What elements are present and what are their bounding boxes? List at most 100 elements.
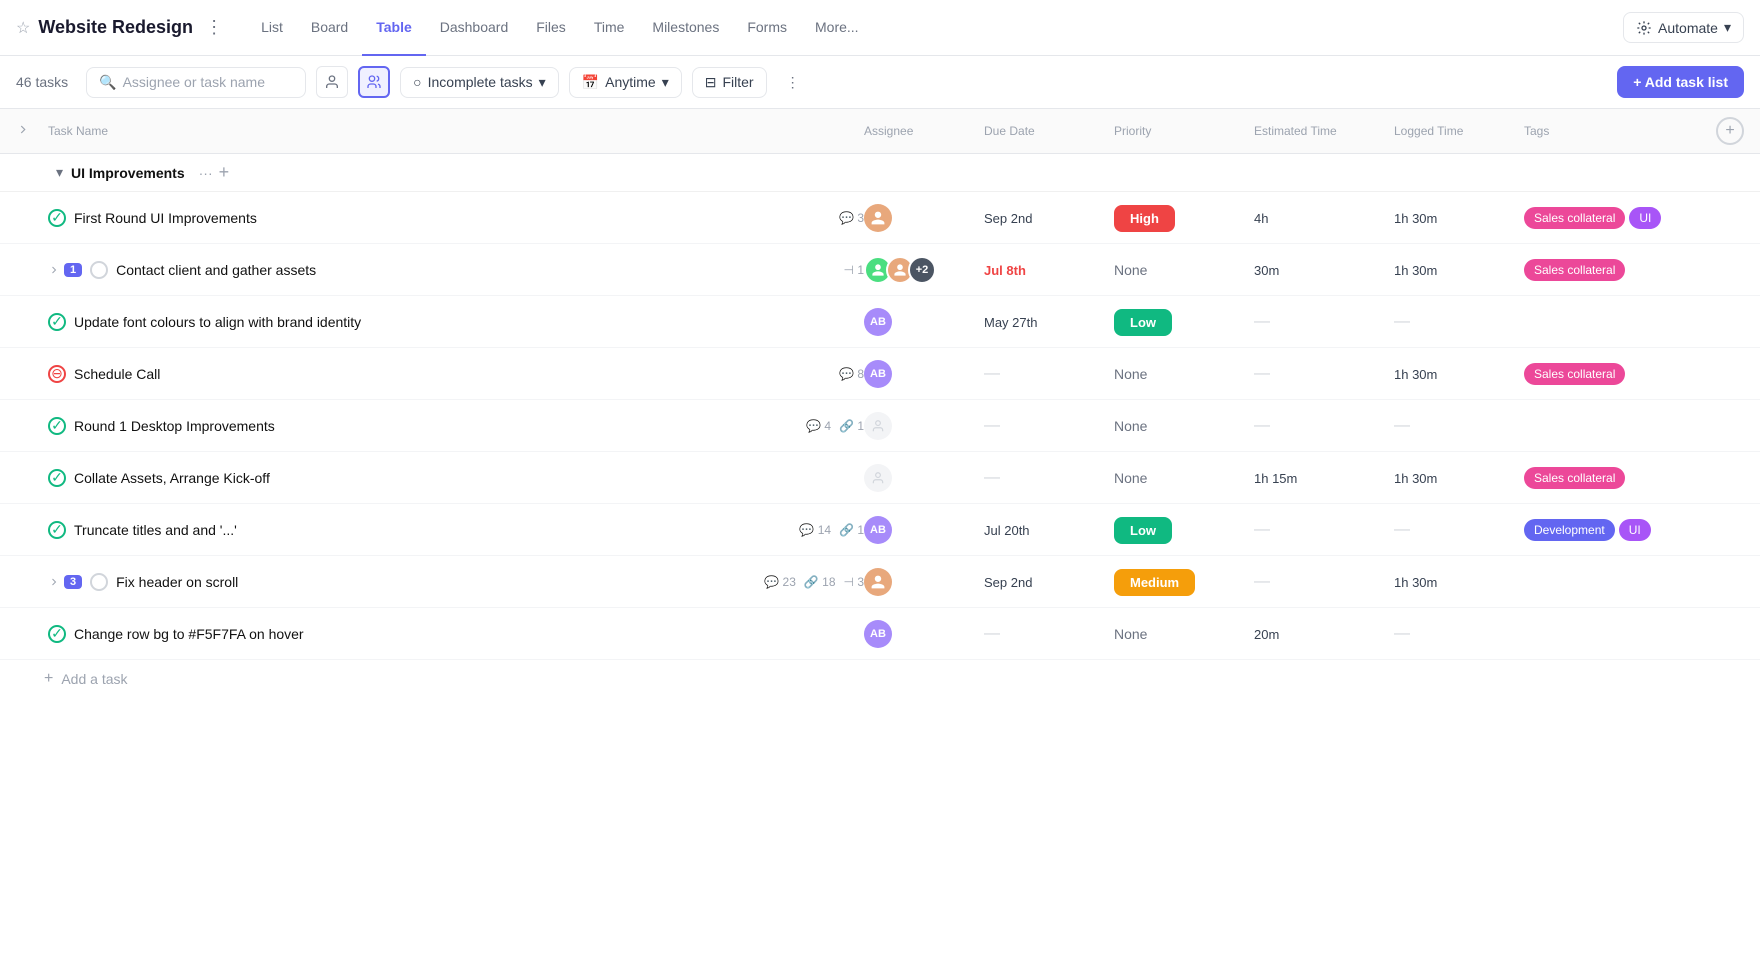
tags: Sales collateral: [1524, 467, 1704, 489]
tag-sales-collateral: Sales collateral: [1524, 467, 1625, 489]
task-row[interactable]: ✓ Update font colours to align with bran…: [0, 296, 1760, 348]
tab-time[interactable]: Time: [580, 0, 639, 56]
logged-time-dash: —: [1394, 417, 1410, 434]
logged-time-value: 1h 30m: [1394, 471, 1437, 486]
task-row[interactable]: ✓ Round 1 Desktop Improvements 💬 4 🔗 1 —…: [0, 400, 1760, 452]
group-menu-icon[interactable]: ···: [199, 165, 213, 181]
task-name: Round 1 Desktop Improvements: [74, 418, 798, 434]
due-date-cell: —: [984, 365, 1114, 383]
task-name-cell: ⊖ Schedule Call 💬 8: [48, 365, 864, 383]
logged-time-cell: 1h 30m: [1394, 470, 1524, 486]
star-icon[interactable]: ☆: [16, 18, 30, 38]
estimated-time-dash: —: [1254, 313, 1270, 330]
comment-icon: 💬 14: [799, 523, 831, 537]
automate-button[interactable]: Automate ▾: [1623, 12, 1744, 43]
task-check[interactable]: ✓: [48, 417, 66, 435]
task-row[interactable]: 3 Fix header on scroll 💬 23 🔗 18 ⊣ 3 Sep…: [0, 556, 1760, 608]
estimated-time-cell: —: [1254, 573, 1394, 591]
tab-forms[interactable]: Forms: [733, 0, 801, 56]
filter-button[interactable]: ⊟ Filter: [692, 67, 767, 98]
assignee-cell: AB: [864, 360, 984, 388]
estimated-time-cell: 20m: [1254, 626, 1394, 642]
col-header-tags: Tags: [1524, 124, 1704, 138]
calendar-icon: 📅: [582, 74, 599, 91]
task-row[interactable]: ⊖ Schedule Call 💬 8 AB — None — 1h 30m S…: [0, 348, 1760, 400]
add-task-row[interactable]: + Add a task: [0, 660, 1760, 698]
task-check[interactable]: ✓: [48, 469, 66, 487]
task-check[interactable]: ✓: [48, 209, 66, 227]
task-check[interactable]: ⊖: [48, 365, 66, 383]
assignee-cell: AB: [864, 516, 984, 544]
due-date-value: Sep 2nd: [984, 211, 1032, 226]
assignee-filter-button[interactable]: [316, 66, 348, 98]
tag-development: Development: [1524, 519, 1615, 541]
tab-files[interactable]: Files: [522, 0, 580, 56]
task-row[interactable]: ✓ Truncate titles and and '...' 💬 14 🔗 1…: [0, 504, 1760, 556]
logged-time-cell: 1h 30m: [1394, 262, 1524, 278]
assignee-cell: +2: [864, 256, 984, 284]
task-check[interactable]: ✓: [48, 313, 66, 331]
avatar: [864, 568, 892, 596]
estimated-time-dash: —: [1254, 521, 1270, 538]
group-actions: ··· +: [199, 162, 230, 183]
estimated-time-cell: 4h: [1254, 210, 1394, 226]
tags: Sales collateral: [1524, 259, 1704, 281]
toolbar-more-button[interactable]: ⋮: [777, 66, 809, 98]
task-row[interactable]: ✓ First Round UI Improvements 💬 3 Sep 2n…: [0, 192, 1760, 244]
task-row[interactable]: 1 Contact client and gather assets ⊣ 1 +…: [0, 244, 1760, 296]
group-filter-button[interactable]: [358, 66, 390, 98]
task-row[interactable]: ✓ Change row bg to #F5F7FA on hover AB —…: [0, 608, 1760, 660]
col-header-task-name: Task Name: [48, 124, 864, 138]
tab-more[interactable]: More...: [801, 0, 873, 56]
avatar: AB: [864, 516, 892, 544]
tab-list[interactable]: List: [247, 0, 297, 56]
group-collapse-icon[interactable]: ▾: [56, 164, 63, 181]
tab-milestones[interactable]: Milestones: [638, 0, 733, 56]
due-date-value: Sep 2nd: [984, 575, 1032, 590]
add-column-area: +: [1704, 117, 1744, 145]
estimated-time-cell: —: [1254, 417, 1394, 435]
logged-time-cell: —: [1394, 625, 1524, 643]
project-menu-icon[interactable]: ⋮: [205, 17, 223, 38]
anytime-chevron-icon: ▾: [662, 74, 669, 91]
avatar-overflow: +2: [908, 256, 936, 284]
subtask-expand[interactable]: 1: [48, 263, 82, 277]
due-date-cell: —: [984, 625, 1114, 643]
estimated-time-cell: —: [1254, 313, 1394, 331]
task-check[interactable]: ✓: [48, 521, 66, 539]
due-date-value: Jul 20th: [984, 523, 1030, 538]
tab-table[interactable]: Table: [362, 0, 426, 56]
group-icon: [366, 74, 382, 90]
estimated-time-value: 1h 15m: [1254, 471, 1297, 486]
col-header-assignee: Assignee: [864, 124, 984, 138]
group-row-ui-improvements: ▾ UI Improvements ··· +: [0, 154, 1760, 192]
subtask-badge: 1: [64, 263, 82, 277]
logged-time-cell: —: [1394, 313, 1524, 331]
add-task-list-button[interactable]: + Add task list: [1617, 66, 1744, 98]
priority-value: None: [1114, 626, 1147, 642]
task-name: Truncate titles and and '...': [74, 522, 791, 538]
estimated-time-value: 20m: [1254, 627, 1279, 642]
subtask-expand[interactable]: 3: [48, 575, 82, 589]
task-check[interactable]: [90, 573, 108, 591]
due-date-value: Jul 8th: [984, 263, 1026, 278]
incomplete-chevron-icon: ▾: [539, 74, 546, 91]
task-check[interactable]: ✓: [48, 625, 66, 643]
subtask-icon: ⊣ 3: [844, 575, 864, 589]
logged-time-value: 1h 30m: [1394, 263, 1437, 278]
task-name: Fix header on scroll: [116, 574, 756, 590]
collapse-all-icon[interactable]: [16, 123, 30, 140]
task-row[interactable]: ✓ Collate Assets, Arrange Kick-off — Non…: [0, 452, 1760, 504]
group-add-task-icon[interactable]: +: [219, 162, 230, 183]
task-check[interactable]: [90, 261, 108, 279]
anytime-dropdown[interactable]: 📅 Anytime ▾: [569, 67, 682, 98]
search-box[interactable]: 🔍 Assignee or task name: [86, 67, 306, 98]
priority-cell: Low: [1114, 522, 1254, 538]
add-column-button[interactable]: +: [1716, 117, 1744, 145]
tab-board[interactable]: Board: [297, 0, 362, 56]
logged-time-dash: —: [1394, 521, 1410, 538]
tags: Sales collateral UI: [1524, 207, 1704, 229]
incomplete-tasks-dropdown[interactable]: ○ Incomplete tasks ▾: [400, 67, 559, 98]
attachment-icon: 🔗 1: [839, 419, 864, 433]
tab-dashboard[interactable]: Dashboard: [426, 0, 523, 56]
